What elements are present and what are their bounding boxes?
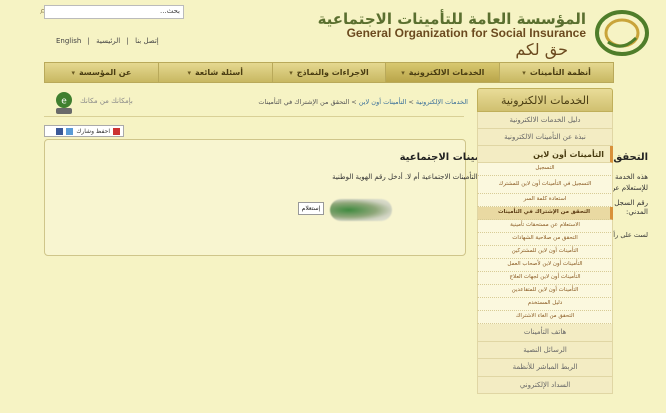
sidebar-subitem[interactable]: التأمينات أون لاين للمشتركين [477, 246, 613, 259]
id-number-label: رقم السجل المدني: [614, 199, 648, 217]
sidebar-subitem[interactable]: التأمينات أون لاين لجهات العلاج [477, 272, 613, 285]
inquiry-button[interactable]: إستعلام [298, 202, 324, 215]
sidebar-subitem[interactable]: استعادة كلمة السر [477, 194, 613, 207]
sidebar-subitems: التسجيل التسجيل في التأمينات أون لاين للم… [477, 163, 613, 324]
breadcrumb-current: التحقق من الإشتراك في التأمينات [258, 98, 350, 106]
sidebar-subitem[interactable]: التأمينات أون لاين للمتقاعدين [477, 285, 613, 298]
chevron-down-icon: ▾ [522, 68, 526, 77]
nav-item-label: أسئلة شائعة [194, 68, 243, 77]
eservice-badge-icon: e [56, 92, 72, 114]
nav-item-label: أنظمة التأمينات [529, 68, 591, 77]
eservice-caption: بإمكانك من مكانك [80, 97, 133, 105]
sidebar-subitem[interactable]: التسجيل [477, 163, 613, 176]
sidebar-subitem[interactable]: التحقق من صلاحية الشهادات [477, 233, 613, 246]
home-link[interactable]: الرئيسية [96, 37, 120, 45]
site-logo[interactable]: المؤسسة العامة للتأمينات الاجتماعية Gene… [238, 4, 658, 60]
nav-item-label: الخدمات الالكترونية [408, 68, 485, 77]
sidebar-item-sms[interactable]: الرسائل النصية [477, 341, 613, 359]
sidebar-item-online[interactable]: التأمينات أون لاين [477, 146, 613, 163]
english-link[interactable]: English [56, 37, 81, 45]
sidebar-subitem[interactable]: التحقق من الغاء الاشتراك [477, 311, 613, 324]
breadcrumb-separator: > [406, 98, 414, 106]
svg-text:e: e [61, 97, 67, 107]
nav-item-label: عن المؤسسة [78, 68, 132, 77]
chevron-down-icon: ▾ [401, 68, 405, 77]
sidebar-subitem[interactable]: التسجيل في التأمينات أون لاين للمشترك [477, 176, 613, 194]
breadcrumb-item[interactable]: التأمينات أون لاين [359, 98, 407, 106]
sidebar-subitem[interactable]: دليل المستخدم [477, 298, 613, 311]
twitter-icon[interactable] [66, 127, 74, 135]
contact-link[interactable]: إتصل بنا [135, 37, 159, 45]
divider [44, 116, 464, 117]
nav-item-eservices[interactable]: الخدمات الالكترونية ▾ [385, 63, 500, 82]
chevron-down-icon: ▾ [71, 68, 75, 77]
nav-item-faq[interactable]: أسئلة شائعة ▾ [157, 63, 272, 82]
link-separator: | [87, 37, 90, 45]
breadcrumb-item[interactable]: الخدمات الإلكترونية [416, 98, 468, 106]
main-nav: أنظمة التأمينات ▾ الخدمات الالكترونية ▾ … [44, 62, 614, 83]
sidebar-item-eservices-guide[interactable]: دليل الخدمات الالكترونية [477, 112, 613, 129]
sidebar: الخدمات الالكترونية دليل الخدمات الالكتر… [477, 88, 613, 413]
logo-slogan: حق لكم [515, 40, 568, 59]
chevron-down-icon: ▾ [289, 68, 293, 77]
sidebar-item-epayment[interactable]: السداد الإلكتروني [477, 376, 613, 394]
nav-item-procedures-forms[interactable]: الاجراءات والنماذج ▾ [271, 63, 386, 82]
sidebar-subitem[interactable]: التأمينات أون لاين لأصحاب العمل [477, 259, 613, 272]
logo-text-english: General Organization for Social Insuranc… [346, 26, 586, 40]
link-separator: | [126, 37, 129, 45]
breadcrumb-separator: > [349, 98, 357, 106]
nav-item-about[interactable]: عن المؤسسة ▾ [45, 63, 158, 82]
id-number-input[interactable] [330, 199, 392, 221]
sidebar-item-about-eservices[interactable]: نبذة عن التأمينات الالكترونية [477, 129, 613, 146]
nav-item-insurance-systems[interactable]: أنظمة التأمينات ▾ [499, 63, 613, 82]
sidebar-item-phone[interactable]: هاتف التأمينات [477, 324, 613, 342]
sidebar-subitem[interactable]: الاستعلام عن مستحقات تأمينية [477, 220, 613, 233]
facebook-icon[interactable] [56, 127, 64, 135]
share-label: احفظ وشارك [76, 127, 110, 135]
search-input[interactable]: بحث... [44, 5, 184, 19]
nav-item-label: الاجراءات والنماذج [296, 68, 369, 77]
chevron-down-icon: ▾ [187, 68, 191, 77]
gosi-emblem-icon [595, 10, 649, 56]
sidebar-item-direct-link[interactable]: الربط المباشر للأنظمة [477, 359, 613, 377]
close-icon[interactable] [113, 127, 120, 135]
sidebar-title: الخدمات الالكترونية [477, 88, 613, 112]
share-bar[interactable]: احفظ وشارك [44, 125, 124, 137]
sidebar-subitem[interactable]: التحقق من الإشتراك في التأمينات [477, 207, 613, 220]
top-links: English | إتصل بنا | الرئيسية [54, 37, 161, 45]
breadcrumb: الخدمات الإلكترونية > التأمينات أون لاين… [258, 98, 468, 106]
